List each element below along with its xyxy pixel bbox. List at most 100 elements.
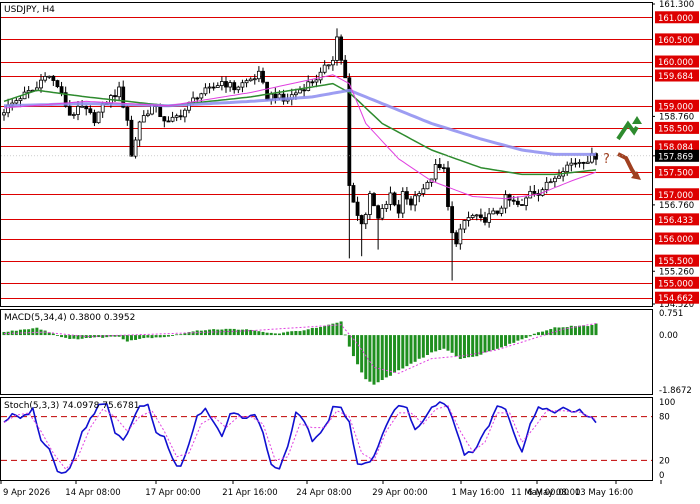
- candle-body: [273, 93, 278, 99]
- candle-body: [2, 112, 6, 116]
- macd-histogram-bar: [166, 335, 170, 337]
- candle-body: [133, 139, 138, 157]
- level-price-label: 160.500: [658, 36, 693, 46]
- candle-body: [182, 109, 187, 118]
- candle-body: [215, 85, 220, 88]
- macd-histogram-bar: [487, 335, 491, 352]
- candle-body: [55, 80, 60, 88]
- macd-histogram-bar: [458, 335, 462, 359]
- macd-histogram-bar: [18, 329, 22, 336]
- candle-body: [528, 190, 533, 199]
- candle-body: [565, 164, 570, 172]
- time-axis-label: 9 Apr 2026: [3, 488, 50, 498]
- macd-histogram-bar: [397, 335, 401, 371]
- macd-histogram-bar: [240, 329, 244, 336]
- macd-histogram-bar: [479, 335, 483, 355]
- macd-histogram-bar: [72, 335, 76, 339]
- macd-histogram-bar: [536, 332, 540, 336]
- candle-body: [417, 193, 422, 197]
- macd-histogram-bar: [245, 329, 249, 336]
- candle-body: [413, 195, 418, 206]
- level-price-label: 161.000: [658, 14, 693, 24]
- macd-histogram-bar: [314, 327, 318, 336]
- time-axis-label: 29 Apr 00:00: [372, 488, 427, 498]
- candle-body: [450, 206, 455, 234]
- macd-histogram-bar: [265, 332, 269, 336]
- candle-body: [515, 200, 520, 205]
- macd-histogram-bar: [232, 328, 236, 336]
- candle-body: [384, 203, 389, 209]
- candle-body: [125, 106, 130, 121]
- level-price-label: 156.000: [658, 235, 693, 245]
- macd-title: MACD(5,34,4) 0.3800 0.3952: [4, 313, 135, 323]
- time-axis-label: 21 Apr 16:00: [222, 488, 277, 498]
- candle-body: [18, 98, 23, 101]
- candle-body: [306, 81, 311, 91]
- chart-svg: ?USDJPY, H4161.300158.760157.869156.7601…: [0, 0, 699, 498]
- macd-histogram-bar: [393, 335, 397, 373]
- price-axis-tick-label: 156.760: [659, 201, 694, 211]
- candle-body: [487, 213, 492, 223]
- candle-body: [421, 188, 426, 194]
- price-chart-title: USDJPY, H4: [4, 5, 55, 15]
- candle-body: [203, 87, 208, 95]
- candle-body: [343, 59, 348, 79]
- macd-histogram-bar: [228, 328, 232, 336]
- macd-histogram-bar: [528, 335, 532, 337]
- candle-body: [396, 204, 401, 214]
- macd-histogram-bar: [413, 335, 417, 362]
- candle-body: [71, 114, 76, 116]
- candle-body: [244, 80, 249, 84]
- macd-histogram-bar: [594, 323, 598, 336]
- candle-body: [137, 121, 142, 141]
- macd-histogram-bar: [158, 335, 162, 338]
- macd-signal-line: [3, 323, 597, 374]
- candle-body: [581, 161, 586, 164]
- stoch-title: Stoch(5,3,3) 74.0978 75.6781: [4, 401, 139, 411]
- stoch-axis-tick-label: 20: [659, 456, 670, 466]
- candle-body: [261, 70, 265, 83]
- macd-histogram-bar: [60, 335, 64, 338]
- level-price-label: 159.000: [658, 102, 693, 112]
- level-price-label: 157.500: [658, 169, 693, 179]
- candle-body: [478, 214, 483, 218]
- time-axis-label: 1 May 16:00: [452, 488, 505, 498]
- candle-body: [491, 210, 496, 215]
- candle-body: [441, 167, 446, 170]
- macd-histogram-bar: [372, 335, 376, 385]
- macd-histogram-bar: [380, 335, 384, 381]
- chart-root: ?USDJPY, H4161.300158.760157.869156.7601…: [0, 0, 700, 500]
- candle-body: [88, 108, 93, 113]
- time-axis-label: 13 May 16:00: [575, 488, 633, 498]
- macd-histogram-bar: [31, 328, 35, 336]
- level-price-label: 160.000: [658, 58, 693, 68]
- macd-histogram-bar: [512, 335, 516, 343]
- candle-body: [248, 78, 253, 82]
- candle-body: [211, 86, 216, 89]
- level-price-label: 154.662: [658, 294, 693, 304]
- candle-body: [228, 82, 233, 88]
- time-axis-label: 17 Apr 00:00: [145, 488, 200, 498]
- level-price-label: 155.000: [658, 279, 693, 289]
- macd-histogram-bar: [504, 335, 508, 346]
- macd-histogram-bar: [55, 335, 59, 336]
- candle-body: [483, 217, 487, 223]
- macd-histogram-bar: [129, 335, 133, 341]
- macd-histogram-bar: [446, 335, 450, 351]
- macd-histogram-bar: [121, 335, 125, 340]
- up-arrow-head-icon: [632, 116, 642, 124]
- macd-histogram-bar: [520, 335, 524, 340]
- macd-histogram-bar: [549, 328, 553, 336]
- candle-body: [43, 76, 48, 81]
- macd-histogram-bar: [64, 335, 68, 338]
- macd-histogram-bar: [364, 335, 368, 380]
- macd-histogram-bar: [269, 332, 273, 336]
- candle-body: [466, 217, 471, 221]
- macd-histogram-bar: [23, 329, 27, 336]
- time-axis-label: 11 May 00:00: [511, 488, 569, 498]
- candle-body: [232, 82, 237, 91]
- macd-histogram-bar: [191, 331, 195, 336]
- macd-histogram-bar: [425, 335, 429, 356]
- macd-histogram-bar: [142, 335, 146, 339]
- macd-histogram-bar: [368, 335, 372, 382]
